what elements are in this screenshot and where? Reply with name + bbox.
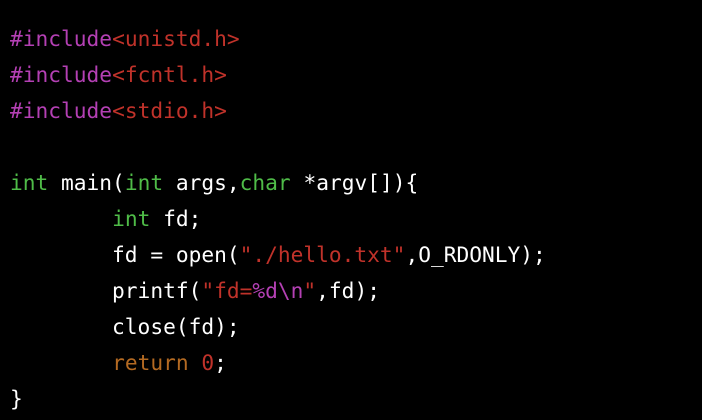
type-keyword: int bbox=[124, 170, 164, 195]
code-line-2: #include<fcntl.h> bbox=[10, 57, 702, 93]
format-escape: %d\n bbox=[252, 278, 304, 303]
code-text: main( bbox=[48, 170, 125, 195]
string-literal: "fd= bbox=[201, 278, 253, 303]
code-line-7: fd = open("./hello.txt",O_RDONLY); bbox=[10, 237, 702, 273]
code-line-5: int main(int args,char *argv[]){ bbox=[10, 165, 702, 201]
string-literal: " bbox=[303, 278, 317, 303]
type-keyword: char bbox=[239, 170, 291, 195]
type-keyword: int bbox=[10, 170, 49, 195]
code-line-3: #include<stdio.h> bbox=[10, 93, 702, 129]
code-line-10: return 0; bbox=[10, 345, 702, 381]
preprocessor-directive: #include bbox=[10, 62, 113, 87]
preprocessor-directive: #include bbox=[10, 26, 113, 51]
closing-brace: } bbox=[10, 386, 23, 411]
return-keyword: return bbox=[112, 350, 189, 375]
code-text: ; bbox=[214, 350, 227, 375]
code-text: fd; bbox=[150, 206, 202, 231]
code-line-8: printf("fd=%d\n",fd); bbox=[10, 273, 702, 309]
header-name: <stdio.h> bbox=[112, 98, 227, 123]
string-literal: "./hello.txt" bbox=[239, 242, 406, 267]
code-text: ,fd); bbox=[316, 278, 380, 303]
code-text: fd = open( bbox=[10, 242, 240, 267]
preprocessor-directive: #include bbox=[10, 98, 113, 123]
type-keyword: int bbox=[112, 206, 151, 231]
code-text: printf( bbox=[10, 278, 202, 303]
code-text: ,O_RDONLY); bbox=[405, 242, 546, 267]
header-name: <fcntl.h> bbox=[112, 62, 227, 87]
code-line-9: close(fd); bbox=[10, 309, 702, 345]
code-line-11: } bbox=[10, 381, 702, 417]
code-editor[interactable]: #include<unistd.h> #include<fcntl.h> #in… bbox=[0, 0, 702, 420]
code-text: close(fd); bbox=[10, 314, 240, 339]
code-text: *argv[]){ bbox=[290, 170, 419, 195]
number-literal: 0 bbox=[201, 350, 215, 375]
header-name: <unistd.h> bbox=[112, 26, 240, 51]
code-text: args, bbox=[163, 170, 240, 195]
code-line-6: int fd; bbox=[10, 201, 702, 237]
code-line-1: #include<unistd.h> bbox=[10, 21, 702, 57]
